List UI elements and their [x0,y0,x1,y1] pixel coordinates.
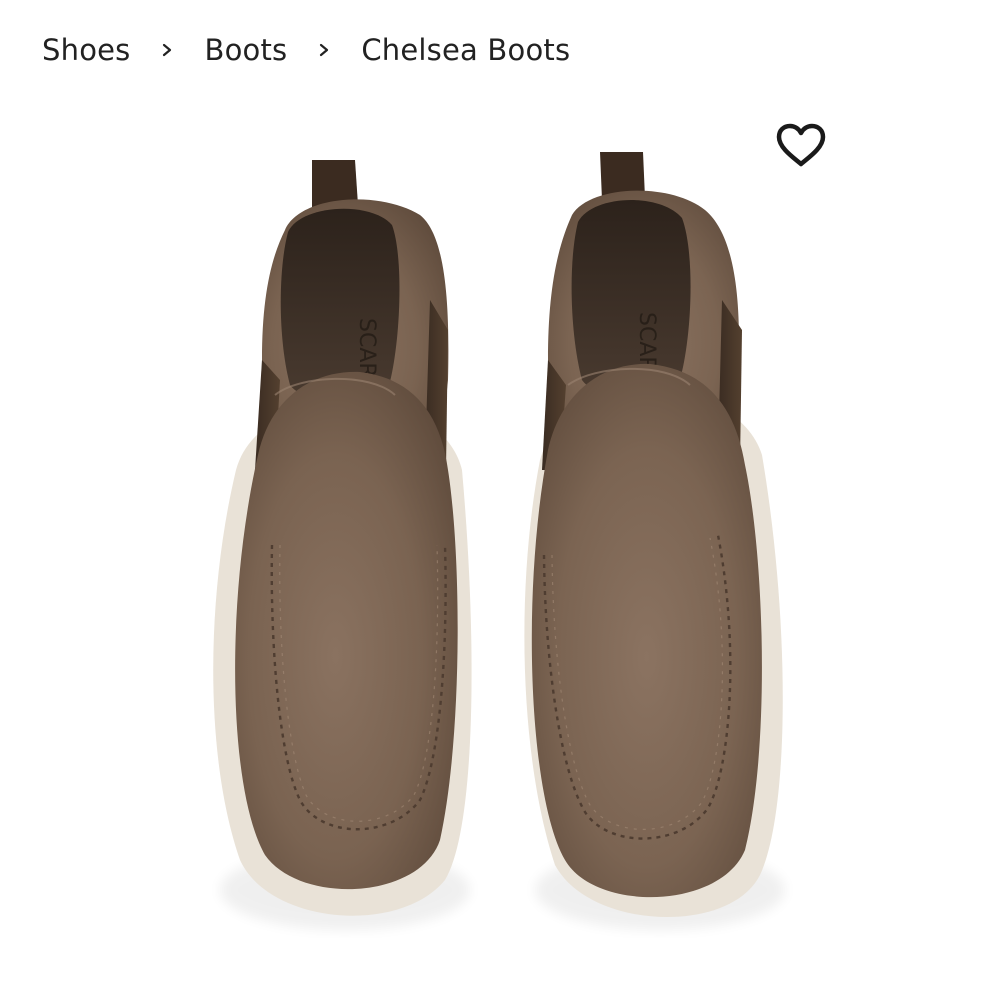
breadcrumb-item-chelsea-boots[interactable]: Chelsea Boots [361,33,570,67]
breadcrumb-item-shoes[interactable]: Shoes [42,33,130,67]
product-image: SCARO SCARO [213,152,785,930]
product-page: Shoes Boots Chelsea Boots SCARO SCARO [0,0,1000,1000]
heart-outline-icon [776,123,826,167]
breadcrumb-item-boots[interactable]: Boots [204,33,287,67]
wishlist-button[interactable] [771,119,831,171]
chevron-right-icon [130,26,204,74]
left-boot: SCARO [213,160,472,916]
chevron-right-icon [287,26,361,74]
breadcrumb: Shoes Boots Chelsea Boots [42,26,570,74]
right-boot: SCARO [524,152,783,918]
